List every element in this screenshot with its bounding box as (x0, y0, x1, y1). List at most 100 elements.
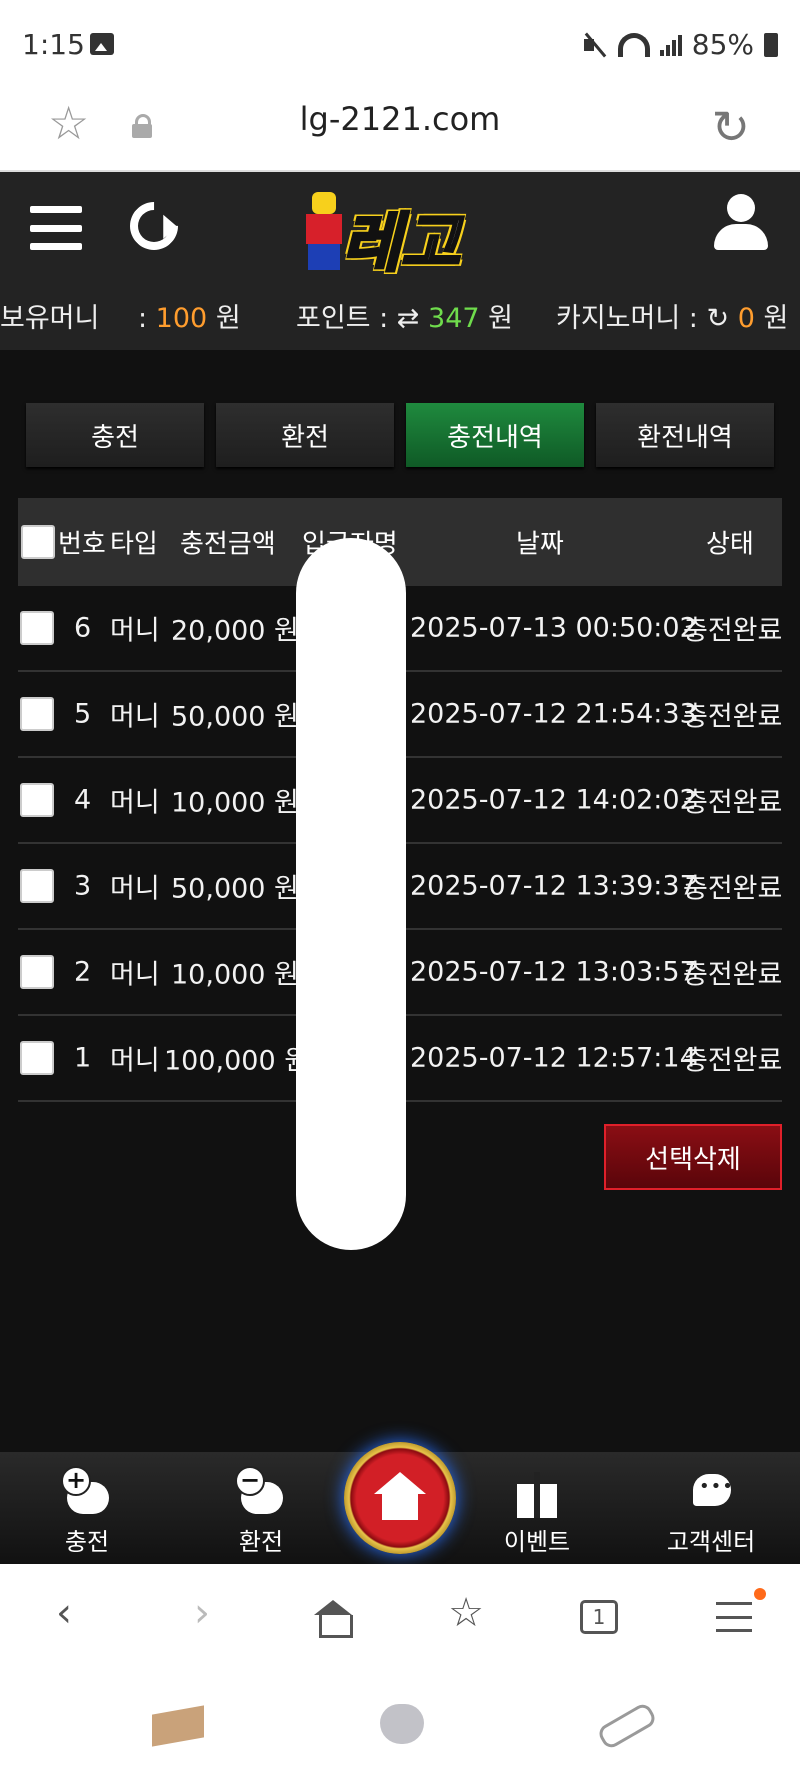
row-type: 머니 (110, 959, 160, 991)
header-status: 상태 (706, 529, 754, 560)
menu-icon[interactable] (30, 206, 82, 250)
nav-charge-label: 충전 (64, 1528, 110, 1556)
tab-charge-history[interactable]: 충전내역 (406, 403, 584, 467)
row-date: 2025-07-13 00:50:02 (410, 612, 697, 644)
nav-exchange[interactable]: 환전 (186, 1466, 336, 1557)
row-status: 충전완료 (683, 873, 783, 905)
point-label: 포인트 : (296, 303, 389, 334)
box-icon[interactable] (148, 1700, 208, 1748)
mute-icon (582, 32, 608, 58)
nav-event-label: 이벤트 (503, 1528, 571, 1556)
holding-money: 보유머니 : 100 원 (0, 303, 241, 334)
holding-label: 보유머니 (0, 303, 100, 334)
row-date: 2025-07-12 12:57:14 (410, 1042, 697, 1074)
tab-bar: 충전 환전 충전내역 환전내역 (26, 403, 774, 467)
user-icon[interactable] (714, 194, 768, 252)
battery-icon (764, 32, 778, 57)
row-checkbox[interactable] (20, 783, 54, 817)
back-icon[interactable]: ‹ (24, 1590, 104, 1636)
tab-exchange[interactable]: 환전 (216, 403, 394, 467)
header-date: 날짜 (516, 529, 564, 560)
support-chat-icon (687, 1468, 735, 1518)
status-bar: 1:15 85% (0, 0, 800, 92)
row-checkbox[interactable] (20, 611, 54, 645)
tab-charge[interactable]: 충전 (26, 403, 204, 467)
bookmarks-star-icon[interactable]: ☆ (426, 1590, 506, 1636)
redaction-mark (296, 538, 406, 1250)
site-logo[interactable]: 레고 (300, 186, 500, 283)
holding-value: 100 (155, 303, 208, 334)
row-checkbox[interactable] (20, 1041, 54, 1075)
battery-percent: 85% (691, 28, 754, 61)
balance-bar: 보유머니 : 100 원 포인트 : ⇄ 347 원 카지노머니 : ↻ 0 원 (0, 296, 800, 336)
row-amount: 10,000 원 (171, 959, 299, 991)
point-balance: 포인트 : ⇄ 347 원 (296, 303, 513, 334)
row-amount: 20,000 원 (171, 615, 299, 647)
row-type: 머니 (110, 701, 160, 733)
status-time: 1:15 (22, 28, 85, 61)
casino-money: 카지노머니 : ↻ 0 원 (556, 303, 789, 334)
point-value: 347 (428, 303, 480, 334)
row-no: 5 (74, 698, 92, 730)
tab-exchange-history[interactable]: 환전내역 (596, 403, 774, 467)
status-icons: 85% (582, 28, 778, 61)
row-no: 1 (74, 1042, 92, 1074)
row-amount: 100,000 원 (164, 1045, 310, 1077)
home-button[interactable] (344, 1442, 456, 1554)
nav-support[interactable]: 고객센터 (636, 1468, 786, 1557)
row-no: 4 (74, 784, 92, 816)
header-type: 타입 (110, 529, 158, 560)
site-header: 레고 보유머니 : 100 원 포인트 : ⇄ 347 원 카지노머니 : ↻ … (0, 172, 800, 350)
refresh-icon[interactable] (120, 192, 188, 260)
row-amount: 50,000 원 (171, 873, 299, 905)
home-icon (374, 1472, 426, 1522)
browser-menu-icon[interactable] (716, 1602, 752, 1632)
signal-icon (659, 34, 682, 56)
row-date: 2025-07-12 13:03:57 (410, 956, 697, 988)
nav-event[interactable]: 이벤트 (462, 1468, 612, 1557)
header-no: 번호 (58, 529, 106, 560)
piggy-plus-icon (61, 1466, 111, 1518)
row-date: 2025-07-12 21:54:33 (410, 698, 697, 730)
row-checkbox[interactable] (20, 955, 54, 989)
header-amount: 충전금액 (180, 529, 276, 560)
browser-toolbar: ‹ › ☆ 1 (0, 1564, 800, 1778)
url-text[interactable]: lg-2121.com (0, 100, 800, 138)
row-no: 6 (74, 612, 92, 644)
url-bar: ☆ lg-2121.com ↻ (0, 92, 800, 172)
row-amount: 50,000 원 (171, 701, 299, 733)
row-no: 3 (74, 870, 92, 902)
row-status: 충전완료 (683, 701, 783, 733)
row-date: 2025-07-12 13:39:37 (410, 870, 697, 902)
casino-label: 카지노머니 : (556, 303, 698, 334)
row-date: 2025-07-12 14:02:02 (410, 784, 697, 816)
row-status: 충전완료 (683, 615, 783, 647)
fishbone-icon[interactable] (594, 1700, 654, 1748)
tabs-icon[interactable]: 1 (580, 1600, 618, 1634)
row-checkbox[interactable] (20, 697, 54, 731)
row-type: 머니 (110, 873, 160, 905)
nav-charge[interactable]: 충전 (12, 1466, 162, 1557)
row-type: 머니 (110, 1045, 160, 1077)
notification-dot (754, 1588, 766, 1600)
nav-support-label: 고객센터 (666, 1528, 756, 1556)
casino-value: 0 (737, 303, 755, 334)
nav-exchange-label: 환전 (238, 1528, 284, 1556)
browser-home-icon[interactable] (314, 1600, 353, 1638)
delete-selected-button[interactable]: 선택삭제 (604, 1124, 782, 1190)
casino-refresh-icon[interactable]: ↻ (706, 303, 729, 334)
exchange-arrows-icon[interactable]: ⇄ (397, 303, 420, 334)
cat-icon[interactable] (370, 1700, 430, 1748)
reload-icon[interactable]: ↻ (711, 100, 750, 154)
wifi-icon (617, 32, 650, 57)
forward-icon[interactable]: › (162, 1590, 242, 1636)
row-type: 머니 (110, 615, 160, 647)
select-all-checkbox[interactable] (21, 525, 55, 559)
row-checkbox[interactable] (20, 869, 54, 903)
row-type: 머니 (110, 787, 160, 819)
row-amount: 10,000 원 (171, 787, 299, 819)
image-notification-icon (90, 33, 114, 55)
row-status: 충전완료 (683, 959, 783, 991)
piggy-minus-icon (235, 1466, 285, 1518)
logo-text: 레고 (341, 206, 462, 283)
